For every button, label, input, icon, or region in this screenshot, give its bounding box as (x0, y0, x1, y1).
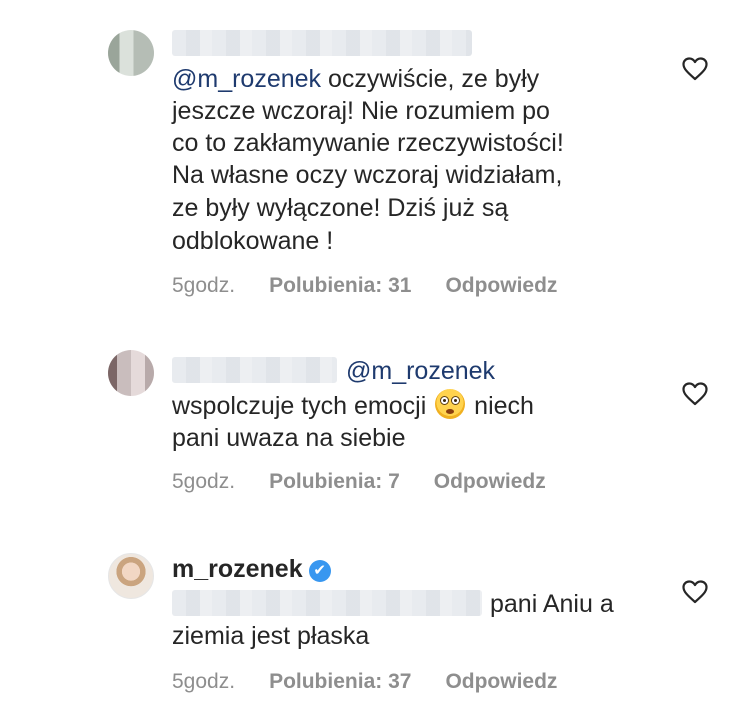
comment-text-line: ze były wyłączone! Dziś już są (172, 194, 509, 222)
redacted-username (172, 30, 472, 56)
comment-text-line: odblokowane ! (172, 227, 334, 255)
mention-link[interactable]: @m_rozenek (172, 65, 321, 93)
likes-count[interactable]: Polubienia: 31 (269, 274, 411, 297)
likes-count[interactable]: Polubienia: 37 (269, 670, 411, 693)
heart-icon[interactable] (682, 57, 708, 81)
timestamp: 5godz. (172, 670, 236, 693)
mention-line: @m_rozenek (346, 355, 495, 387)
flushed-face-emoji-icon (435, 389, 466, 419)
heart-icon[interactable] (682, 580, 708, 604)
mention-link[interactable]: @m_rozenek (346, 357, 495, 385)
redacted-mention (172, 590, 482, 616)
comment-text-line: co to zakłamywanie rzeczywistości! (172, 129, 564, 157)
comment-text-line: jeszcze wczoraj! Nie rozumiem po (172, 97, 550, 125)
commenter-avatar[interactable] (108, 350, 154, 396)
reply-button[interactable]: Odpowiedz (445, 274, 557, 297)
comment-text-line: pani Aniu a (490, 590, 614, 618)
comment-text-line: pani uwaza na siebie (172, 424, 406, 452)
comment-text-line: ziemia jest płaska (172, 622, 370, 650)
reply-button[interactable]: Odpowiedz (434, 470, 546, 493)
comment-meta: 5godz. Polubienia: 37 Odpowiedz (172, 670, 591, 694)
reply-button[interactable]: Odpowiedz (445, 670, 557, 693)
comment-text: @m_rozenek oczywiście, ze były (172, 65, 540, 93)
heart-icon[interactable] (682, 382, 708, 406)
comment-author: m_rozenek ✔ (172, 553, 331, 585)
username-link[interactable]: m_rozenek (172, 555, 303, 583)
likes-count[interactable]: Polubienia: 7 (269, 470, 400, 493)
comment-meta: 5godz. Polubienia: 7 Odpowiedz (172, 470, 580, 494)
avatar[interactable] (108, 553, 154, 599)
comment-text-line: Na własne oczy wczoraj widziałam, (172, 161, 563, 189)
verified-badge-icon: ✔ (308, 560, 331, 582)
comment-meta: 5godz. Polubienia: 31 Odpowiedz (172, 274, 591, 298)
timestamp: 5godz. (172, 274, 236, 297)
timestamp: 5godz. (172, 470, 236, 493)
commenter-avatar[interactable] (108, 30, 154, 76)
redacted-username (172, 357, 337, 383)
comment-text: wspolczuje tych emocji niech (172, 389, 534, 422)
